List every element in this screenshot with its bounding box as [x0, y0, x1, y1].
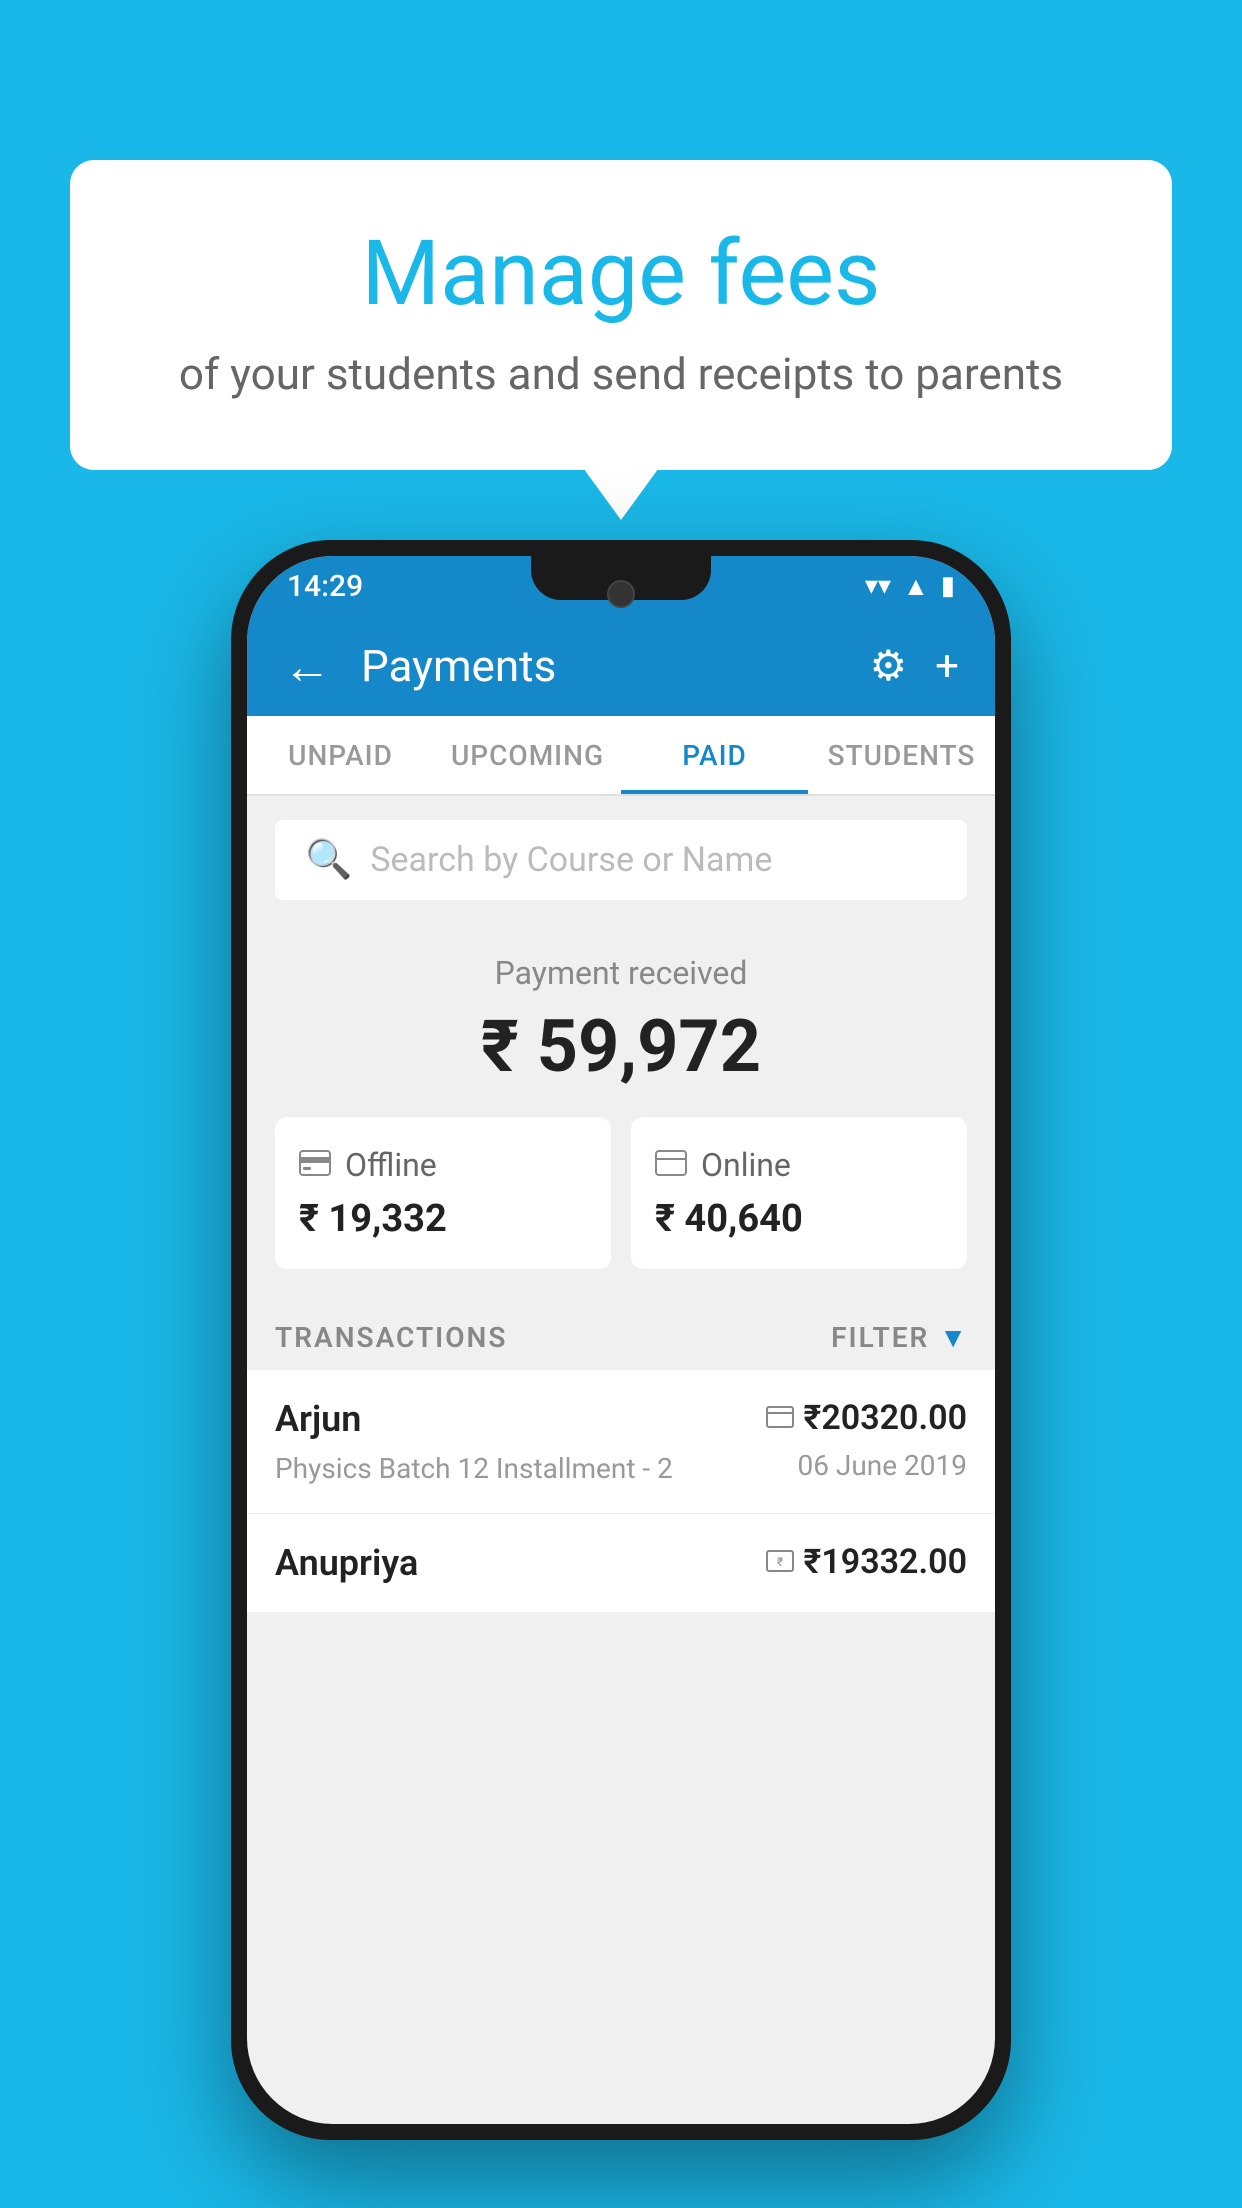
phone-mockup: 14:29 ▾▾ ▲ ▮ ← Payments ⚙ + UNPAID UPC [231, 540, 1011, 2140]
filter-container[interactable]: FILTER ▼ [831, 1321, 967, 1354]
online-card-header: Online [655, 1145, 943, 1185]
online-card: Online ₹ 40,640 [631, 1117, 967, 1269]
payment-received-label: Payment received [275, 954, 967, 992]
offline-card-header: Offline [299, 1145, 587, 1185]
search-bar[interactable]: 🔍 Search by Course or Name [275, 820, 967, 900]
back-button[interactable]: ← [283, 638, 331, 695]
online-type: Online [701, 1146, 791, 1184]
table-row[interactable]: Anupriya ₹ ₹19332.00 [247, 1514, 995, 1613]
speech-bubble-card: Manage fees of your students and send re… [70, 160, 1172, 470]
transactions-label: TRANSACTIONS [275, 1321, 507, 1354]
transaction-main-row: Arjun ₹20320.00 [275, 1398, 967, 1440]
total-amount: ₹ 59,972 [275, 1004, 967, 1089]
payment-cards: Offline ₹ 19,332 [275, 1117, 967, 1269]
filter-label: FILTER [831, 1321, 929, 1354]
online-amount: ₹ 40,640 [655, 1197, 943, 1241]
transaction-date: 06 June 2019 [797, 1449, 967, 1482]
search-icon: 🔍 [305, 838, 352, 882]
tab-paid[interactable]: PAID [621, 716, 808, 794]
transaction-amount: ₹19332.00 [804, 1542, 967, 1582]
svg-text:₹: ₹ [776, 1555, 782, 1569]
transaction-sub-row: Physics Batch 12 Installment - 2 06 June… [275, 1446, 967, 1485]
phone-screen: 14:29 ▾▾ ▲ ▮ ← Payments ⚙ + UNPAID UPC [247, 556, 995, 2124]
offline-icon [299, 1145, 331, 1185]
status-icons: ▾▾ ▲ ▮ [865, 571, 955, 602]
tab-unpaid[interactable]: UNPAID [247, 716, 434, 794]
bubble-title: Manage fees [140, 220, 1102, 328]
app-bar: ← Payments ⚙ + [247, 616, 995, 716]
table-row[interactable]: Arjun ₹20320.00 Physics [247, 1370, 995, 1514]
search-section: 🔍 Search by Course or Name [247, 796, 995, 924]
bubble-subtitle: of your students and send receipts to pa… [140, 348, 1102, 400]
transaction-amount-container: ₹20320.00 [766, 1398, 967, 1438]
transaction-name: Arjun [275, 1398, 361, 1440]
phone-shell: 14:29 ▾▾ ▲ ▮ ← Payments ⚙ + UNPAID UPC [231, 540, 1011, 2140]
app-bar-actions: ⚙ + [870, 641, 960, 691]
page-title: Payments [361, 640, 850, 692]
status-time: 14:29 [287, 569, 363, 604]
transaction-description: Physics Batch 12 Installment - 2 [275, 1452, 673, 1485]
battery-icon: ▮ [941, 571, 955, 601]
tabs-bar: UNPAID UPCOMING PAID STUDENTS [247, 716, 995, 796]
transactions-header: TRANSACTIONS FILTER ▼ [247, 1297, 995, 1370]
search-placeholder[interactable]: Search by Course or Name [370, 840, 772, 880]
filter-icon: ▼ [939, 1321, 967, 1354]
transaction-name: Anupriya [275, 1542, 418, 1584]
add-button[interactable]: + [935, 642, 959, 691]
cash-payment-icon: ₹ [766, 1545, 794, 1580]
payment-summary: Payment received ₹ 59,972 [247, 924, 995, 1297]
offline-amount: ₹ 19,332 [299, 1197, 587, 1241]
wifi-icon: ▾▾ [865, 571, 891, 601]
tab-students[interactable]: STUDENTS [808, 716, 995, 794]
phone-notch [531, 556, 711, 600]
transaction-list: Arjun ₹20320.00 Physics [247, 1370, 995, 1613]
offline-type: Offline [345, 1146, 437, 1184]
offline-card: Offline ₹ 19,332 [275, 1117, 611, 1269]
phone-camera [607, 580, 635, 608]
transaction-amount-container: ₹ ₹19332.00 [766, 1542, 967, 1582]
tab-upcoming[interactable]: UPCOMING [434, 716, 621, 794]
settings-button[interactable]: ⚙ [870, 641, 908, 691]
transaction-amount: ₹20320.00 [804, 1398, 967, 1438]
card-payment-icon [766, 1401, 794, 1436]
signal-icon: ▲ [903, 571, 929, 602]
online-icon [655, 1145, 687, 1185]
transaction-main-row: Anupriya ₹ ₹19332.00 [275, 1542, 967, 1584]
